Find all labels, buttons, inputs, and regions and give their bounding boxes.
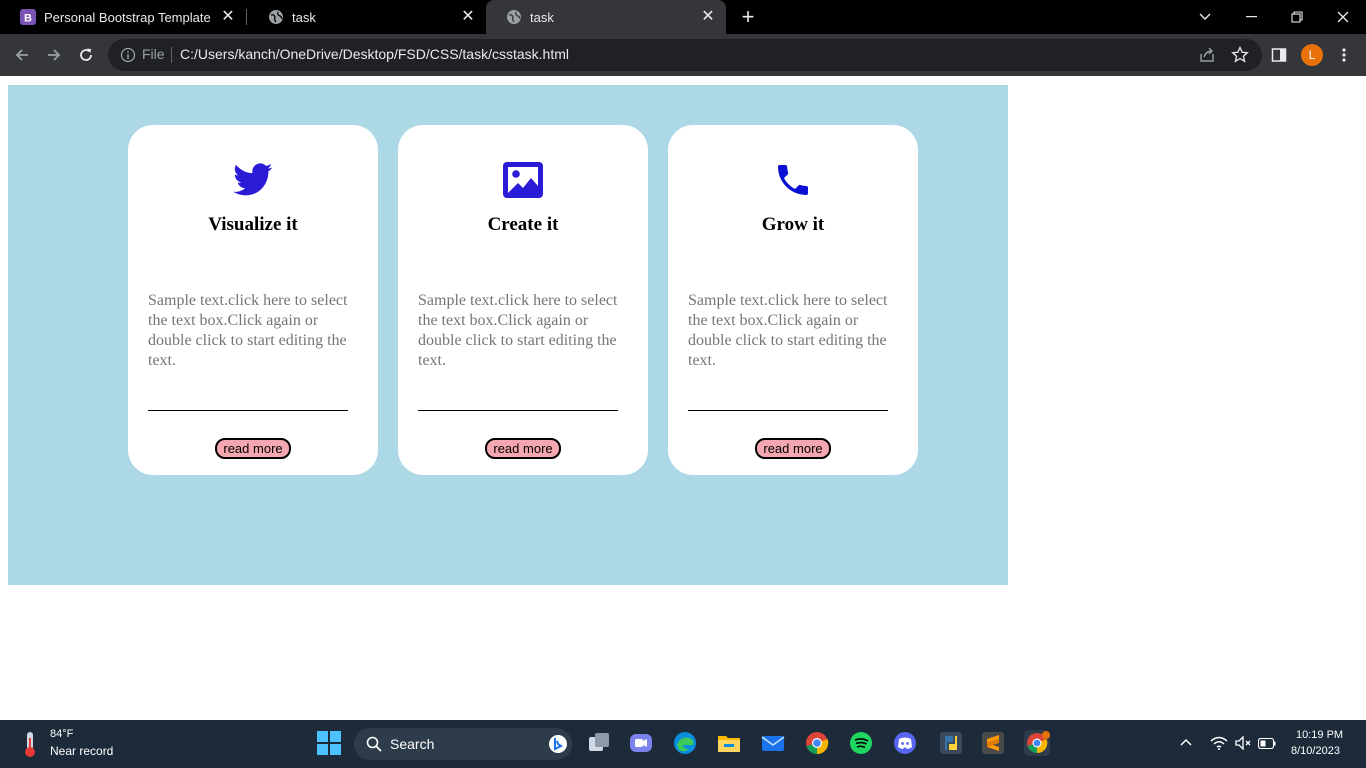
- volume-muted-icon[interactable]: [1235, 736, 1251, 750]
- minimize-icon: [1245, 16, 1257, 18]
- edge-icon: [674, 732, 696, 754]
- taskbar-search[interactable]: Search: [354, 728, 572, 760]
- star-icon[interactable]: [1231, 46, 1249, 64]
- discord-button[interactable]: [892, 730, 918, 756]
- phone-icon: [773, 160, 813, 200]
- python-button[interactable]: [938, 730, 964, 756]
- mail-button[interactable]: [760, 730, 786, 756]
- browser-menu-button[interactable]: [1332, 43, 1356, 67]
- back-button[interactable]: [10, 43, 34, 67]
- browser-tab-strip: B Personal Bootstrap Template ✕ task ✕ t…: [0, 0, 1366, 34]
- minimize-button[interactable]: [1228, 0, 1274, 34]
- task-view-icon: [589, 733, 609, 751]
- new-tab-button[interactable]: +: [738, 6, 758, 28]
- forward-button[interactable]: [42, 43, 66, 67]
- reload-icon: [80, 48, 92, 61]
- address-bar[interactable]: File C:/Users/kanch/OneDrive/Desktop/FSD…: [108, 39, 1262, 71]
- side-panel-button[interactable]: [1267, 43, 1291, 67]
- file-explorer-button[interactable]: [716, 730, 742, 756]
- weather-description: Near record: [50, 744, 114, 758]
- restore-icon: [1291, 11, 1303, 23]
- card-description[interactable]: Sample text.click here to select the tex…: [418, 291, 630, 371]
- twitter-icon: [233, 160, 273, 200]
- feature-card-create: Create it Sample text.click here to sele…: [398, 125, 648, 475]
- search-icon: [366, 736, 382, 752]
- browser-toolbar: File C:/Users/kanch/OneDrive/Desktop/FSD…: [0, 34, 1366, 76]
- tab-title: task: [530, 9, 554, 25]
- close-tab-icon[interactable]: ✕: [220, 9, 236, 25]
- spotify-button[interactable]: [848, 730, 874, 756]
- start-button[interactable]: [316, 730, 342, 756]
- info-icon[interactable]: [120, 47, 136, 63]
- card-description[interactable]: Sample text.click here to select the tex…: [148, 291, 360, 371]
- folder-icon: [718, 736, 740, 752]
- edge-button[interactable]: [672, 730, 698, 756]
- share-icon[interactable]: [1198, 46, 1216, 64]
- image-icon: [503, 160, 543, 200]
- feature-card-visualize: Visualize it Sample text.click here to s…: [128, 125, 378, 475]
- spotify-icon: [850, 732, 872, 754]
- battery-icon[interactable]: [1258, 738, 1276, 749]
- sublime-text-icon: [982, 732, 1004, 754]
- sublime-text-button[interactable]: [980, 730, 1006, 756]
- search-label: Search: [390, 736, 435, 752]
- chevron-down-icon: [1199, 13, 1211, 20]
- reload-button[interactable]: [74, 43, 98, 67]
- video-chat-icon: [630, 734, 652, 752]
- tab-task-active[interactable]: task ✕: [486, 0, 726, 34]
- chrome-active-button[interactable]: [1024, 730, 1050, 756]
- close-tab-icon[interactable]: ✕: [460, 9, 476, 25]
- svg-text:B: B: [24, 13, 32, 25]
- windows-logo-icon: [317, 731, 341, 755]
- windows-taskbar: 84°F Near record Search 10:19 PM 8/10/20…: [0, 720, 1366, 768]
- card-divider: [148, 410, 348, 411]
- discord-icon: [894, 732, 916, 754]
- python-icon: [940, 732, 962, 754]
- globe-icon: [268, 9, 284, 25]
- url-text[interactable]: C:/Users/kanch/OneDrive/Desktop/FSD/CSS/…: [180, 46, 569, 62]
- tab-title: Personal Bootstrap Template: [44, 9, 211, 25]
- wifi-icon[interactable]: [1210, 736, 1228, 750]
- card-description[interactable]: Sample text.click here to select the tex…: [688, 291, 900, 371]
- card-title: Create it: [487, 214, 559, 235]
- close-tab-icon[interactable]: ✕: [700, 9, 716, 25]
- task-view-button[interactable]: [586, 730, 612, 756]
- chrome-icon: [806, 732, 829, 755]
- read-more-button[interactable]: read more: [755, 438, 831, 459]
- url-separator: [171, 47, 172, 63]
- arrow-left-icon: [15, 49, 28, 61]
- tab-separator: [246, 9, 247, 25]
- thermometer-icon: [25, 732, 35, 757]
- read-more-button[interactable]: read more: [215, 438, 291, 459]
- card-divider: [688, 410, 888, 411]
- side-panel-icon: [1271, 48, 1287, 62]
- bing-icon: [549, 735, 567, 753]
- profile-avatar[interactable]: L: [1301, 44, 1323, 66]
- bootstrap-icon: B: [20, 9, 36, 25]
- globe-icon: [506, 9, 522, 25]
- arrow-right-icon: [48, 49, 61, 61]
- teams-chat-button[interactable]: [628, 730, 654, 756]
- read-more-button[interactable]: read more: [485, 438, 561, 459]
- close-icon: [1337, 11, 1349, 23]
- url-scheme-label: File: [142, 46, 165, 62]
- chrome-button[interactable]: [804, 730, 830, 756]
- card-title: Visualize it: [208, 214, 298, 235]
- clock-date[interactable]: 8/10/2023: [1291, 745, 1340, 757]
- tab-task-1[interactable]: task ✕: [248, 0, 486, 34]
- chrome-icon: [1027, 731, 1050, 754]
- clock-time[interactable]: 10:19 PM: [1296, 729, 1343, 741]
- close-window-button[interactable]: [1320, 0, 1366, 34]
- tab-personal-bootstrap-template[interactable]: B Personal Bootstrap Template ✕: [0, 0, 246, 34]
- restore-button[interactable]: [1274, 0, 1320, 34]
- card-title: Grow it: [761, 214, 825, 235]
- weather-temperature: 84°F: [50, 728, 74, 740]
- tab-search-button[interactable]: [1182, 0, 1228, 34]
- more-vertical-icon: [1342, 48, 1346, 62]
- mail-icon: [761, 736, 785, 751]
- tab-title: task: [292, 9, 316, 25]
- chevron-up-icon[interactable]: [1180, 738, 1192, 746]
- feature-card-grow: Grow it Sample text.click here to select…: [668, 125, 918, 475]
- card-divider: [418, 410, 618, 411]
